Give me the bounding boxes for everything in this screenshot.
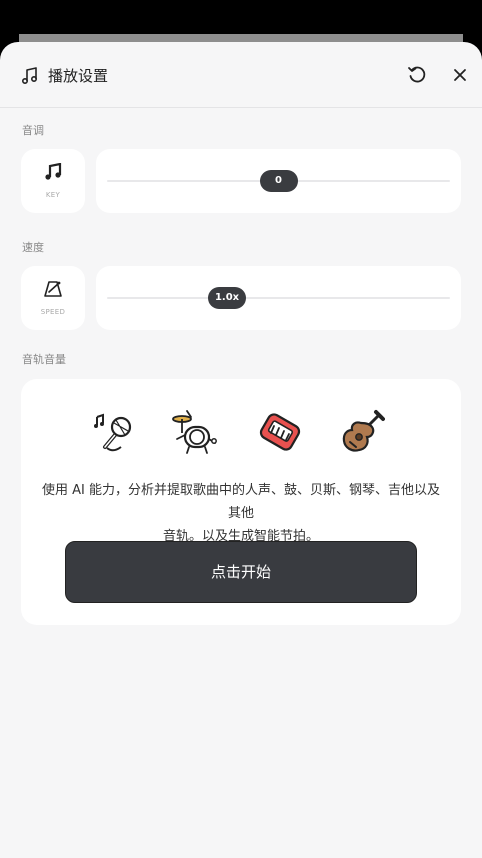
page-title: 播放设置: [48, 67, 109, 85]
speed-section-label: 速度: [22, 241, 44, 254]
pitch-section-label: 音调: [22, 124, 44, 137]
tracks-section-label: 音轨音量: [22, 353, 66, 366]
music-note-icon: [21, 67, 38, 85]
metronome-icon: [44, 281, 62, 297]
guitar-icon: [342, 410, 385, 452]
pitch-icon-caption: KEY: [45, 191, 61, 199]
music-note-icon: [45, 163, 62, 180]
track-separation-card: 使用 AI 能力，分析并提取歌曲中的人声、鼓、贝斯、钢琴、吉他以及其他 音轨。以…: [21, 379, 461, 625]
pitch-icon-card: KEY: [21, 149, 85, 213]
speed-slider[interactable]: 1.0x: [96, 266, 461, 330]
close-icon[interactable]: [450, 65, 470, 85]
track-description-line-1: 使用 AI 能力，分析并提取歌曲中的人声、鼓、贝斯、钢琴、吉他以及其他: [42, 483, 440, 521]
start-button[interactable]: 点击开始: [65, 541, 417, 603]
speed-icon-caption: SPEED: [40, 308, 66, 316]
playback-settings-sheet: 播放设置 音调 KEY 0 速度 SPEED 1.0x 音轨音量 使用 AI 能…: [0, 42, 482, 858]
speed-slider-track[interactable]: [107, 297, 450, 299]
vocal-icon: [94, 413, 132, 452]
track-description: 使用 AI 能力，分析并提取歌曲中的人声、鼓、贝斯、钢琴、吉他以及其他 音轨。以…: [41, 479, 441, 548]
pitch-slider[interactable]: 0: [96, 149, 461, 213]
pitch-slider-thumb[interactable]: 0: [259, 170, 298, 192]
keyboard-icon: [259, 413, 301, 451]
sheet-header: 播放设置: [0, 42, 482, 108]
speed-slider-thumb[interactable]: 1.0x: [208, 287, 247, 309]
speed-icon-card: SPEED: [21, 266, 85, 330]
reset-icon[interactable]: [406, 64, 428, 86]
drum-icon: [172, 410, 217, 454]
